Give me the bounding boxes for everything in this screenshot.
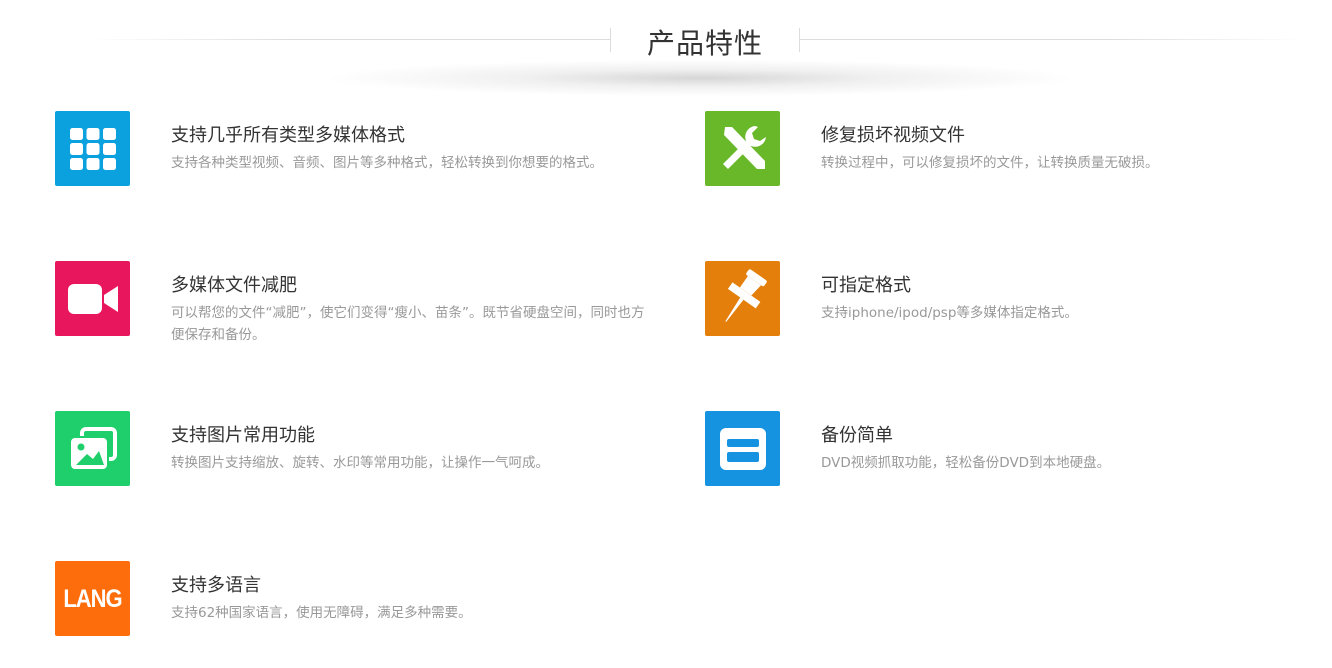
feature-description: 可以帮您的文件“减肥”，使它们变得“瘦小、苗条”。既节省硬盘空间，同时也方便保存… [171, 305, 645, 343]
feature-title: 修复损坏视频文件 [821, 125, 965, 146]
header-divider-right [800, 39, 1305, 40]
feature-description: DVD视频抓取功能，轻松备份DVD到本地硬盘。 [821, 455, 1111, 471]
header-tick-right [799, 28, 800, 52]
feature-title: 备份简单 [821, 425, 893, 446]
video-camera-icon [55, 261, 130, 336]
feature-item: 修复损坏视频文件 转换过程中，可以修复损坏的文件，让转换质量无破损。 [705, 111, 1305, 221]
header-divider-left [90, 39, 610, 40]
feature-title: 可指定格式 [821, 275, 911, 296]
feature-item: LANG 支持多语言 支持62种国家语言，使用无障碍，满足多种需要。 [55, 561, 655, 668]
feature-title: 多媒体文件减肥 [171, 275, 297, 296]
pushpin-icon [705, 261, 780, 336]
feature-description: 支持iphone/ipod/psp等多媒体指定格式。 [821, 305, 1078, 321]
pictures-icon [55, 411, 130, 486]
feature-item: 备份简单 DVD视频抓取功能，轻松备份DVD到本地硬盘。 [705, 411, 1305, 521]
feature-item: 支持几乎所有类型多媒体格式 支持各种类型视频、音频、图片等多种格式，轻松转换到你… [55, 111, 655, 221]
grid-apps-icon [55, 111, 130, 186]
section-title: 产品特性 [646, 27, 763, 60]
lang-icon-text: LANG [63, 583, 122, 613]
feature-item: 多媒体文件减肥 可以帮您的文件“减肥”，使它们变得“瘦小、苗条”。既节省硬盘空间… [55, 261, 655, 371]
floppy-disk-icon [705, 411, 780, 486]
section-header: 产品特性 [0, 0, 1332, 100]
feature-title: 支持图片常用功能 [171, 425, 315, 446]
feature-title: 支持多语言 [171, 575, 261, 596]
feature-title: 支持几乎所有类型多媒体格式 [171, 125, 405, 146]
feature-description: 转换过程中，可以修复损坏的文件，让转换质量无破损。 [821, 155, 1159, 171]
tools-icon [705, 111, 780, 186]
feature-description: 转换图片支持缩放、旋转、水印等常用功能，让操作一气呵成。 [171, 455, 549, 471]
feature-item: 支持图片常用功能 转换图片支持缩放、旋转、水印等常用功能，让操作一气呵成。 [55, 411, 655, 521]
feature-item: 可指定格式 支持iphone/ipod/psp等多媒体指定格式。 [705, 261, 1305, 371]
header-shadow [290, 58, 1110, 98]
feature-description: 支持62种国家语言，使用无障碍，满足多种需要。 [171, 605, 472, 621]
lang-icon: LANG [55, 561, 130, 636]
feature-description: 支持各种类型视频、音频、图片等多种格式，轻松转换到你想要的格式。 [171, 155, 603, 171]
